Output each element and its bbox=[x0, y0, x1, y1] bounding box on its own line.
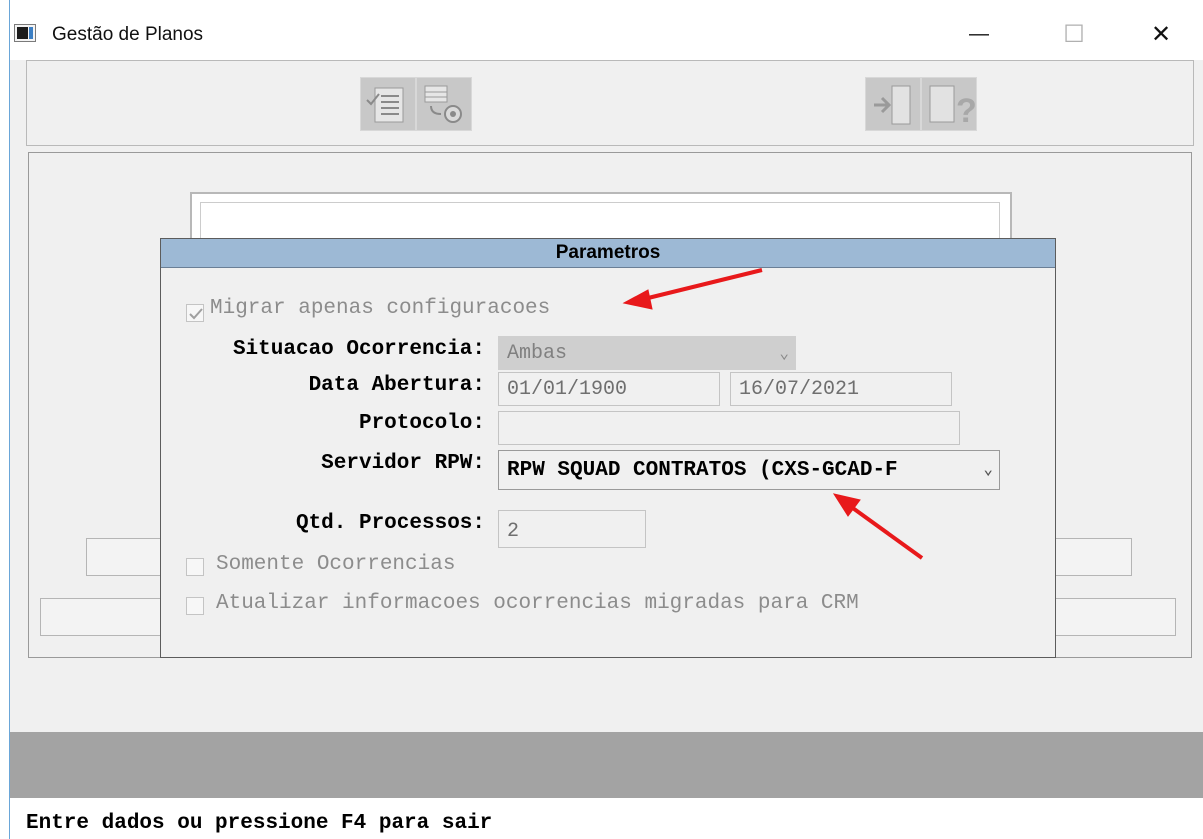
help-question-icon: ? bbox=[929, 85, 977, 130]
somente-label: Somente Ocorrencias bbox=[216, 553, 456, 576]
window-title: Gestão de Planos bbox=[52, 24, 204, 45]
servidor-label: Servidor RPW: bbox=[321, 452, 485, 475]
atualizar-label: Atualizar informacoes ocorrencias migrad… bbox=[216, 592, 859, 615]
dialog-title: Parametros bbox=[161, 239, 1055, 268]
servidor-value: RPW SQUAD CONTRATOS (CXS-GCAD-F bbox=[507, 458, 898, 482]
checkmark-icon bbox=[189, 308, 203, 320]
protocolo-label: Protocolo: bbox=[358, 412, 485, 435]
minimize-button[interactable]: — bbox=[956, 16, 1002, 52]
svg-text:?: ? bbox=[956, 92, 977, 130]
process-button[interactable] bbox=[416, 77, 472, 131]
exit-button[interactable] bbox=[865, 77, 921, 131]
servidor-select[interactable]: RPW SQUAD CONTRATOS (CXS-GCAD-F ⌄ bbox=[498, 450, 1000, 490]
qtd-processos-label: Qtd. Processos: bbox=[295, 512, 485, 535]
help-button[interactable]: ? bbox=[921, 77, 977, 131]
chevron-down-icon: ⌄ bbox=[779, 345, 789, 363]
app-window-icon bbox=[14, 24, 36, 42]
checklist-button[interactable] bbox=[360, 77, 416, 131]
data-abertura-from-field[interactable]: 01/01/1900 bbox=[498, 372, 720, 406]
protocolo-field[interactable] bbox=[498, 411, 960, 445]
situacao-label: Situacao Ocorrencia: bbox=[232, 338, 485, 361]
process-gear-icon bbox=[424, 85, 462, 123]
atualizar-checkbox[interactable] bbox=[186, 597, 204, 615]
exit-door-icon bbox=[874, 85, 911, 125]
status-band bbox=[10, 732, 1203, 798]
data-abertura-label: Data Abertura: bbox=[308, 374, 485, 397]
checklist-icon bbox=[366, 87, 404, 123]
close-button[interactable]: ✕ bbox=[1138, 16, 1184, 52]
situacao-value: Ambas bbox=[507, 342, 568, 365]
status-message: Entre dados ou pressione F4 para sair bbox=[26, 812, 493, 835]
chevron-down-icon: ⌄ bbox=[983, 461, 993, 479]
migrar-label: Migrar apenas configuracoes bbox=[210, 297, 551, 320]
data-abertura-to-field[interactable]: 16/07/2021 bbox=[730, 372, 952, 406]
toolbar-panel bbox=[26, 60, 1194, 146]
situacao-select[interactable]: Ambas ⌄ bbox=[498, 336, 796, 370]
qtd-processos-field[interactable]: 2 bbox=[498, 510, 646, 548]
list-box[interactable] bbox=[200, 202, 1000, 242]
migrar-checkbox[interactable] bbox=[186, 304, 204, 322]
maximize-button[interactable]: ☐ bbox=[1051, 16, 1097, 52]
somente-checkbox[interactable] bbox=[186, 558, 204, 576]
